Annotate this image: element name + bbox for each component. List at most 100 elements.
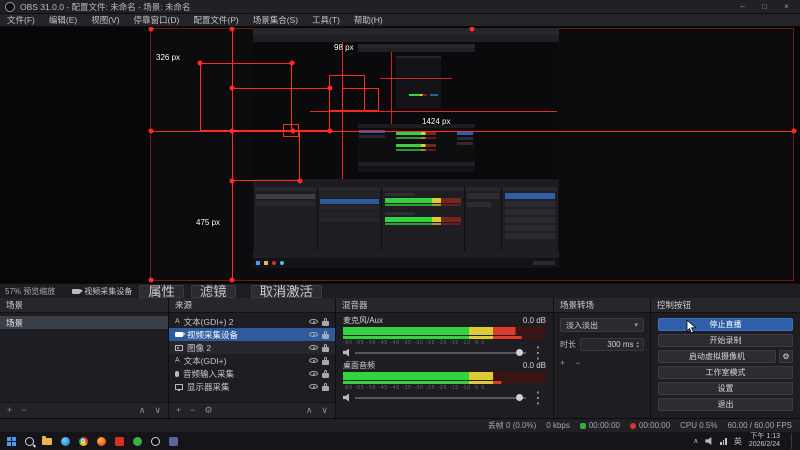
add-scene-button[interactable]: +	[7, 406, 12, 415]
menu-file[interactable]: 文件(F)	[0, 14, 42, 26]
taskbar-file-explorer-icon[interactable]	[38, 433, 56, 449]
speaker-icon[interactable]	[343, 393, 349, 402]
record-icon	[630, 422, 636, 429]
menu-tools[interactable]: 工具(T)	[305, 14, 347, 26]
selection-handle[interactable]	[148, 277, 154, 283]
maximize-button[interactable]: □	[756, 2, 773, 11]
selection-handle[interactable]	[791, 128, 797, 134]
taskbar-app-green-icon[interactable]	[128, 433, 146, 449]
selection-handle[interactable]	[290, 128, 296, 134]
taskbar-clock[interactable]: 下午 1:13 2026/2/24	[749, 433, 780, 449]
selection-handle[interactable]	[229, 277, 235, 283]
tray-language-indicator[interactable]: 英	[734, 436, 742, 447]
menu-help[interactable]: 帮助(H)	[347, 14, 390, 26]
visibility-icon[interactable]	[309, 330, 318, 339]
transition-select[interactable]: 淡入淡出 ▾	[560, 318, 644, 332]
source-row-video-capture[interactable]: 视频采集设备	[169, 328, 335, 341]
source-row-text[interactable]: A 文本(GDI+)	[169, 354, 335, 367]
tray-chevron-icon[interactable]: ∧	[693, 437, 698, 445]
recursive-capture-level-3	[396, 56, 441, 108]
source-properties-button[interactable]: ⚙	[205, 406, 213, 415]
visibility-icon[interactable]	[309, 382, 318, 391]
remove-source-button[interactable]: −	[190, 406, 195, 415]
add-transition-button[interactable]: +	[560, 358, 565, 368]
add-source-button[interactable]: +	[176, 406, 181, 415]
taskbar-firefox-icon[interactable]	[92, 433, 110, 449]
source-row-audio-input[interactable]: 音频输入采集	[169, 367, 335, 380]
mini-taskbar-l1	[253, 258, 559, 268]
deactivate-button[interactable]: 取消激活	[250, 284, 322, 298]
menu-scene-collection[interactable]: 场景集合(S)	[246, 14, 305, 26]
source-down-button[interactable]: ∨	[321, 406, 328, 415]
remove-scene-button[interactable]: −	[21, 406, 26, 415]
source-row-display-capture[interactable]: 显示器采集	[169, 380, 335, 393]
source-row-text2[interactable]: A 文本(GDI+) 2	[169, 315, 335, 328]
menu-view[interactable]: 视图(V)	[84, 14, 126, 26]
obs-app-icon	[5, 1, 15, 12]
selection-handle[interactable]	[297, 178, 303, 184]
stop-streaming-button[interactable]: 停止直播	[658, 318, 793, 331]
dock-panels: 场景 场景 + − ∧ ∨ 来源 A 文本(GDI+) 2 视频采集设备 图像 …	[0, 298, 800, 418]
selection-handle[interactable]	[229, 178, 235, 184]
visibility-icon[interactable]	[309, 356, 318, 365]
channel-menu-button[interactable]: ⋮	[530, 388, 546, 408]
lock-icon[interactable]	[322, 369, 329, 378]
close-button[interactable]: ×	[778, 2, 795, 11]
tray-network-icon[interactable]	[720, 437, 727, 445]
taskbar-chrome-icon[interactable]	[74, 433, 92, 449]
taskbar-app-red-icon[interactable]	[110, 433, 128, 449]
taskbar-obs-icon[interactable]	[146, 433, 164, 449]
menu-edit[interactable]: 编辑(E)	[42, 14, 84, 26]
settings-button[interactable]: 设置	[658, 382, 793, 395]
source-row-image2[interactable]: 图像 2	[169, 341, 335, 354]
taskbar-edge-icon[interactable]	[56, 433, 74, 449]
duration-decrease-button[interactable]: ▾	[636, 344, 639, 349]
visibility-icon[interactable]	[309, 317, 318, 326]
channel-menu-button[interactable]: ⋮	[530, 343, 546, 363]
filters-button[interactable]: 滤镜	[190, 284, 236, 298]
selection-handle[interactable]	[229, 128, 235, 134]
selection-handle[interactable]	[327, 128, 333, 134]
virtual-camera-settings-button[interactable]: ⚙	[779, 350, 793, 363]
chevron-down-icon: ▾	[634, 322, 638, 329]
visibility-icon[interactable]	[309, 369, 318, 378]
tray-volume-icon[interactable]	[705, 437, 712, 445]
scene-down-button[interactable]: ∨	[154, 406, 161, 415]
text-source-icon: A	[175, 318, 180, 325]
exit-button[interactable]: 退出	[658, 398, 793, 411]
start-virtual-camera-button[interactable]: 启动虚拟摄像机	[658, 350, 776, 363]
visibility-icon[interactable]	[309, 343, 318, 352]
transition-duration-input[interactable]: 300 ms ▴ ▾	[580, 338, 644, 351]
selection-handle[interactable]	[148, 128, 154, 134]
studio-mode-button[interactable]: 工作室模式	[658, 366, 793, 379]
source-up-button[interactable]: ∧	[306, 406, 313, 415]
lock-icon[interactable]	[322, 382, 329, 391]
scene-up-button[interactable]: ∧	[139, 406, 146, 415]
selection-handle[interactable]	[229, 85, 235, 91]
scene-list-item[interactable]: 场景	[0, 316, 168, 329]
volume-slider[interactable]	[355, 394, 526, 401]
menu-docks[interactable]: 停靠窗口(D)	[127, 14, 187, 26]
lock-icon[interactable]	[322, 356, 329, 365]
lock-icon[interactable]	[322, 317, 329, 326]
scenes-panel-title: 场景	[0, 298, 168, 313]
sources-panel-title: 来源	[169, 298, 335, 313]
preview-area[interactable]: 326 px 98 px 1424 px 475 px	[0, 27, 800, 283]
lock-icon[interactable]	[322, 343, 329, 352]
selection-handle[interactable]	[289, 60, 295, 66]
taskbar-search-icon[interactable]	[20, 433, 38, 449]
lock-icon[interactable]	[322, 330, 329, 339]
taskbar-discord-icon[interactable]	[164, 433, 182, 449]
show-desktop-button[interactable]	[791, 433, 795, 449]
start-recording-button[interactable]: 开始录制	[658, 334, 793, 347]
selection-handle[interactable]	[327, 85, 333, 91]
start-button[interactable]	[2, 433, 20, 449]
speaker-icon[interactable]	[343, 348, 349, 357]
remove-transition-button[interactable]: −	[575, 358, 580, 368]
properties-button[interactable]: 属性	[139, 284, 184, 298]
bitrate-status: 0 kbps	[546, 421, 570, 430]
minimize-button[interactable]: –	[734, 2, 751, 11]
volume-slider[interactable]	[355, 349, 526, 356]
selection-handle[interactable]	[197, 60, 203, 66]
menu-profile[interactable]: 配置文件(P)	[186, 14, 245, 26]
